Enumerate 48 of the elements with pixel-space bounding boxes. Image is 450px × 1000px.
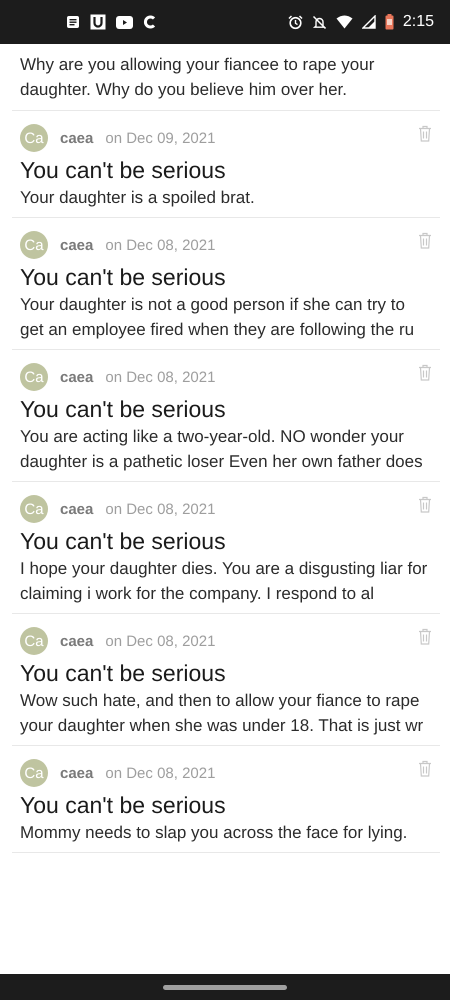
app-icon: [90, 14, 106, 30]
home-handle[interactable]: [163, 984, 287, 990]
comment-title: You can't be serious: [20, 395, 227, 424]
comment-date: on Dec 08, 2021: [105, 764, 216, 782]
trash-icon[interactable]: [418, 125, 432, 142]
comment-date: on Dec 08, 2021: [105, 368, 216, 386]
c-icon: [143, 15, 156, 29]
comment-date: on Dec 08, 2021: [105, 632, 216, 650]
battery-icon: [384, 14, 394, 30]
comment-date: on Dec 08, 2021: [105, 500, 216, 518]
username: caea: [60, 500, 94, 518]
wifi-icon: [336, 15, 353, 29]
signal-icon: [362, 15, 376, 29]
comment-text: Your daughter is a spoiled brat.: [20, 187, 256, 209]
trash-icon[interactable]: [418, 364, 432, 381]
notes-icon: [66, 15, 80, 29]
comment-title: You can't be serious: [20, 156, 227, 185]
comment-text: You are acting like a two-year-old. NO wonder your daughter is a pathetic loser Even her own father does: [20, 426, 424, 473]
avatar: Ca: [20, 231, 48, 259]
comment-date: on Dec 08, 2021: [105, 236, 216, 254]
comment-text: Why are you allowing your fiancee to rape your daughter. Why do you believe him over her.: [20, 54, 376, 101]
username: caea: [60, 632, 94, 650]
username: caea: [60, 764, 94, 782]
username: caea: [60, 368, 94, 386]
comment-title: You can't be serious: [20, 791, 227, 820]
play-icon: [116, 16, 133, 28]
trash-icon[interactable]: [418, 496, 432, 513]
comment-text: Mommy needs to slap you across the face for lying.: [20, 822, 408, 844]
comment-date: on Dec 09, 2021: [105, 130, 216, 146]
trash-icon[interactable]: [418, 628, 432, 645]
avatar: Ca: [20, 363, 48, 391]
username: caea: [60, 130, 94, 146]
avatar: Ca: [20, 627, 48, 655]
comment-title: You can't be serious: [20, 659, 227, 688]
alarm-icon: [288, 14, 303, 30]
username: caea: [60, 236, 94, 254]
comment-title: You can't be serious: [20, 263, 227, 292]
trash-icon[interactable]: [418, 760, 432, 777]
trash-icon[interactable]: [418, 232, 432, 249]
clock-time: 2:15: [402, 13, 434, 31]
avatar: Ca: [20, 759, 48, 787]
muted-bell-icon: [312, 14, 327, 30]
avatar: Ca: [20, 495, 48, 523]
comment-text: Your daughter is not a good person if she can try to get an employee fired when they are following the ru: [20, 294, 416, 341]
comment-text: Wow such hate, and then to allow your fiance to rape your daughter when she was under 18. That is just wr: [20, 690, 424, 737]
comment-title: You can't be serious: [20, 527, 227, 556]
comment-text: I hope your daughter dies. You are a disgusting liar for claiming i work for the company. I respond to al: [20, 558, 428, 605]
avatar: Ca: [20, 124, 48, 152]
